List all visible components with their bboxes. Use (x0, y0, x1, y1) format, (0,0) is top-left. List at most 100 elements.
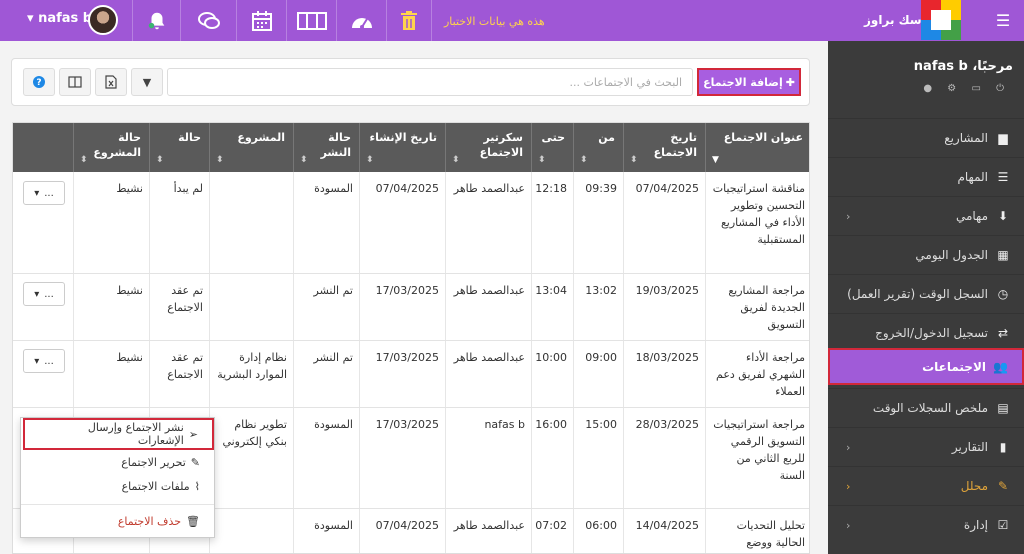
chevron-down-icon: ▾ (27, 11, 34, 26)
delete-meeting-menu-item[interactable]: 🗑 حذف الاجتماع (21, 509, 214, 533)
excel-export-icon[interactable] (95, 68, 127, 96)
cell-secretary: nafas b (445, 408, 531, 508)
sort-icon: ⬍ (80, 155, 88, 165)
cell-to: 16:00 (531, 408, 573, 508)
cell-to: 12:18 (531, 172, 573, 273)
top-bar: ▾ nafas b هذه هي بيانات الاختبار تاسك بر… (0, 0, 1024, 41)
column-header-project-status[interactable]: حالة المشروع ⬍ (73, 123, 149, 172)
cell-date: 18/03/2025 (623, 341, 705, 407)
calendar-icon[interactable] (236, 0, 286, 41)
plus-icon: ✚ (785, 75, 795, 89)
sidebar-item-daily-schedule[interactable]: ▦ الجدول اليومي (828, 235, 1024, 274)
sidebar-item-label: ملخص السجلات الوقت (872, 401, 988, 415)
logo (921, 0, 961, 41)
column-header-created[interactable]: تاريخ الإنشاء ⬍ (359, 123, 445, 172)
cell-from: 15:00 (573, 408, 623, 508)
exchange-icon: ⇄ (997, 326, 1009, 340)
sidebar-item-tasks[interactable]: ☰ المهام (828, 157, 1024, 196)
column-header-status[interactable]: حالة ⬍ (149, 123, 209, 172)
sidebar-item-my-tasks[interactable]: ⬇ مهامي ‹ (828, 196, 1024, 235)
sidebar-item-check-in-out[interactable]: ⇄ تسجيل الدخول/الخروج (828, 313, 1024, 352)
magic-icon: ✎ (997, 479, 1009, 493)
trash-icon: 🗑 (186, 514, 200, 528)
cell-from: 13:02 (573, 274, 623, 340)
sidebar-item-label: السجل الوقت (تقرير العمل) (847, 287, 988, 301)
row-actions-button[interactable]: ▾... (23, 349, 65, 373)
caret-down-icon: ▾ (34, 355, 40, 367)
cell-date: 14/04/2025 (623, 509, 705, 553)
sort-icon: ⬍ (452, 155, 460, 165)
columns-icon[interactable] (286, 0, 336, 41)
filter-icon[interactable]: ▼ (131, 68, 163, 96)
cell-to: 10:00 (531, 341, 573, 407)
sidebar-quick-icons[interactable]: ⏻ ▭ ⚙ ● (923, 83, 1010, 94)
chat-icon[interactable] (180, 0, 236, 41)
sidebar-item-time-log[interactable]: ◷ السجل الوقت (تقرير العمل) (828, 274, 1024, 313)
chevron-left-icon: ‹ (846, 518, 851, 532)
search-input[interactable] (167, 68, 693, 96)
column-header-actions (13, 123, 73, 172)
add-meeting-label: إضافة الاجتماع (703, 75, 783, 89)
sidebar-item-label: الاجتماعات (922, 359, 986, 374)
dashboard-icon[interactable] (336, 0, 386, 41)
sidebar-item-reports[interactable]: ▮ التقارير ‹ (828, 427, 1024, 466)
sidebar-item-label: الجدول اليومي (915, 248, 988, 262)
summary-icon: ▤ (997, 401, 1009, 415)
briefcase-icon: ▆ (998, 131, 1008, 145)
row-actions-button[interactable]: ▾... (23, 282, 65, 306)
sidebar-item-time-log-summary[interactable]: ▤ ملخص السجلات الوقت (828, 388, 1024, 427)
column-header-meeting-date[interactable]: تاريخ الاجتماع ⬍ (623, 123, 705, 172)
sort-icon: ⬍ (630, 155, 638, 165)
cell-to: 13:04 (531, 274, 573, 340)
cell-publish-status: المسودة (293, 172, 359, 273)
cell-title: مراجعة المشاريع الجديدة لفريق التسويق (705, 274, 809, 340)
column-header-publish-status[interactable]: حالة النشر ⬍ (293, 123, 359, 172)
column-header-title[interactable]: عنوان الاجتماع ▼ (705, 123, 809, 172)
trash-icon[interactable] (386, 0, 432, 41)
avatar[interactable] (88, 5, 118, 35)
cell-publish-status: المسودة (293, 509, 359, 553)
notification-bell-icon[interactable] (132, 0, 180, 41)
svg-text:?: ? (36, 78, 41, 88)
row-actions-menu: ➢ نشر الاجتماع وإرسال الإشعارات ✎ تحرير … (20, 417, 215, 538)
cell-status: تم عقد الاجتماع (149, 341, 209, 407)
chevron-left-icon: ‹ (846, 209, 851, 223)
cell-project (209, 509, 293, 553)
sort-icon: ⬍ (156, 155, 164, 165)
sidebar-item-label: مهامي (955, 209, 988, 223)
check-icon: ☑ (997, 518, 1009, 532)
cell-date: 19/03/2025 (623, 274, 705, 340)
cell-project: تطوير نظام بنكي إلكتروني (209, 408, 293, 508)
chevron-left-icon: ‹ (846, 440, 851, 454)
sidebar-item-admin[interactable]: ☑ إدارة ‹ (828, 505, 1024, 544)
column-header-secretary[interactable]: سكرتير الاجتماع ⬍ (445, 123, 531, 172)
meeting-files-menu-item[interactable]: ⌇ ملفات الاجتماع (21, 474, 214, 498)
paperclip-icon: ⌇ (194, 479, 200, 493)
sidebar-item-label: تسجيل الدخول/الخروج (875, 326, 988, 340)
sidebar-item-projects[interactable]: ▆ المشاريع (828, 118, 1024, 157)
users-icon: 👥 (993, 359, 1008, 374)
publish-meeting-menu-item[interactable]: ➢ نشر الاجتماع وإرسال الإشعارات (23, 418, 214, 450)
grid-icon: ▦ (997, 248, 1009, 262)
column-header-project[interactable]: المشروع ⬍ (209, 123, 293, 172)
sidebar-item-analyzer[interactable]: ✎ محلل ‹ (828, 466, 1024, 505)
sidebar-item-meetings[interactable]: 👥 الاجتماعات (828, 348, 1024, 385)
menu-icon[interactable]: ☰ (993, 10, 1013, 30)
cell-project (209, 172, 293, 273)
user-menu[interactable]: ▾ nafas b (27, 11, 92, 26)
edit-icon: ✎ (190, 455, 200, 469)
edit-meeting-menu-item[interactable]: ✎ تحرير الاجتماع (21, 450, 214, 474)
list-icon: ☰ (997, 170, 1009, 184)
columns-toggle-icon[interactable] (59, 68, 91, 96)
column-header-from[interactable]: من ⬍ (573, 123, 623, 172)
sidebar-item-label: المشاريع (944, 131, 988, 145)
help-icon[interactable]: ? (23, 68, 55, 96)
column-header-to[interactable]: حتى ⬍ (531, 123, 573, 172)
add-meeting-button[interactable]: ✚ إضافة الاجتماع (697, 68, 801, 96)
cell-to: 07:02 (531, 509, 573, 553)
cell-from: 09:39 (573, 172, 623, 273)
row-actions-button[interactable]: ▾... (23, 181, 65, 205)
cell-date: 28/03/2025 (623, 408, 705, 508)
chevron-left-icon: ‹ (846, 479, 851, 493)
cell-publish-status: تم النشر (293, 274, 359, 340)
